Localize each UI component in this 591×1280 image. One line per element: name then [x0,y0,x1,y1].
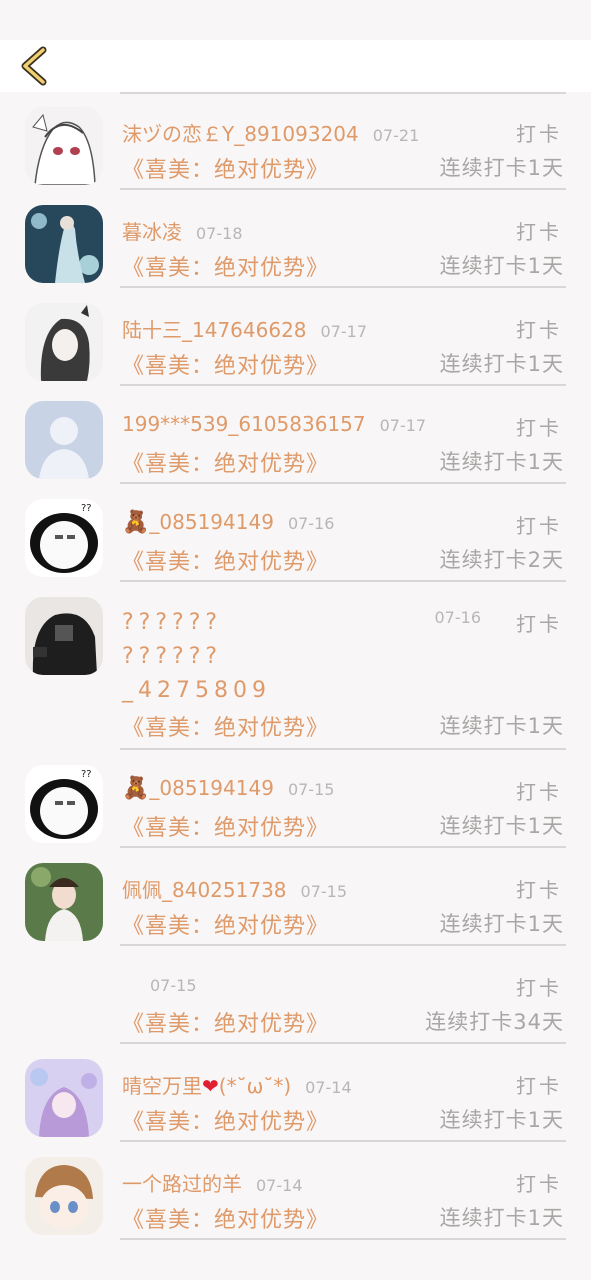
book-title[interactable]: 《喜美：绝对优势》 [122,152,329,184]
book-title[interactable]: 《喜美：绝对优势》 [122,908,329,940]
user-name-suffix: (*˘ω˘*) [218,1074,292,1098]
checkin-label: 打卡 [516,514,562,538]
user-name-line: 一个路过的羊 07-14 [122,1168,501,1197]
user-name-line: 陆十三_147646628 07-17 [122,314,501,343]
list-item[interactable]: ?????? ?????? _4275809 07-16 打卡 《喜美：绝对优势… [0,582,591,750]
book-title[interactable]: 《喜美：绝对优势》 [122,544,329,576]
streak-text: 连续打卡1天 [439,450,564,474]
streak-text: 连续打卡1天 [439,1206,564,1230]
user-name[interactable]: _085194149 [149,776,274,800]
user-name-block[interactable]: ?????? ?????? _4275809 [122,606,271,708]
checkin-date: 07-21 [372,126,420,145]
list-item[interactable]: ?? 🧸_085194149 07-15 打卡 《喜美：绝对优势》 连续打卡1天 [0,750,591,848]
checkin-list: 沫ヅの恋￡Y_891093204 07-21 打卡 《喜美：绝对优势》 连续打卡1… [0,92,591,1280]
user-name[interactable]: _085194149 [149,510,274,534]
checkin-date: 07-17 [320,322,368,341]
avatar[interactable] [25,597,103,675]
list-item[interactable]: 沫ヅの恋￡Y_891093204 07-21 打卡 《喜美：绝对优势》 连续打卡1… [0,92,591,190]
svg-text:??: ?? [81,503,92,514]
avatar[interactable]: ?? [25,499,103,577]
checkin-date: 07-14 [256,1176,303,1195]
user-name-line: _4275809 [122,678,271,703]
checkin-label: 打卡 [516,612,562,636]
status-bar [0,0,591,40]
book-title[interactable]: 《喜美：绝对优势》 [122,250,329,282]
user-name-line: 暮冰凌 07-18 [122,216,501,245]
top-bar [0,40,591,92]
book-title[interactable]: 《喜美：绝对优势》 [122,710,329,742]
avatar[interactable] [25,1059,103,1137]
streak-text: 连续打卡1天 [439,254,564,278]
list-item[interactable]: 一个路过的羊 07-14 打卡 《喜美：绝对优势》 连续打卡1天 [0,1142,591,1240]
checkin-date: 07-14 [305,1078,352,1097]
checkin-label: 打卡 [516,416,562,440]
checkin-date: 07-15 [150,976,197,995]
back-button[interactable] [14,44,54,88]
user-name-line: 晴空万里❤(*˘ω˘*) 07-14 [122,1070,501,1099]
book-title[interactable]: 《喜美：绝对优势》 [122,1104,329,1136]
heart-icon: ❤ [202,1074,219,1098]
book-title[interactable]: 《喜美：绝对优势》 [122,348,329,380]
svg-text:??: ?? [81,769,92,780]
checkin-label: 打卡 [516,1172,562,1196]
checkin-label: 打卡 [516,220,562,244]
user-name[interactable]: 一个路过的羊 [122,1172,242,1196]
user-name-line: 🧸_085194149 07-15 [122,776,501,801]
chevron-left-icon [21,46,47,86]
user-name-line: 07-15 [136,972,501,996]
user-name[interactable]: 晴空万里 [122,1074,202,1098]
avatar[interactable]: ?? [25,765,103,843]
avatar[interactable] [25,863,103,941]
user-name[interactable]: 199***539_6105836157 [122,412,366,436]
checkin-date: 07-18 [196,224,243,243]
bear-emoji-icon: 🧸 [122,776,150,801]
user-name-line: ?????? [122,610,223,635]
book-title[interactable]: 《喜美：绝对优势》 [122,446,329,478]
list-item[interactable]: 07-15 打卡 《喜美：绝对优势》 连续打卡34天 [0,946,591,1044]
avatar[interactable] [25,1157,103,1235]
checkin-date: 07-16 [434,608,482,627]
list-item[interactable]: 佩佩_840251738 07-15 打卡 《喜美：绝对优势》 连续打卡1天 [0,848,591,946]
checkin-label: 打卡 [516,878,562,902]
user-name[interactable]: 暮冰凌 [122,220,182,244]
list-item[interactable]: 199***539_6105836157 07-17 打卡 《喜美：绝对优势》 连… [0,386,591,484]
book-title[interactable]: 《喜美：绝对优势》 [122,810,329,842]
avatar[interactable] [25,107,103,185]
checkin-label: 打卡 [516,1074,562,1098]
user-name-line: ?????? [122,644,223,669]
streak-text: 连续打卡1天 [439,714,564,738]
list-item[interactable]: 晴空万里❤(*˘ω˘*) 07-14 打卡 《喜美：绝对优势》 连续打卡1天 [0,1044,591,1142]
user-name-line: 199***539_6105836157 07-17 [122,412,501,436]
checkin-label: 打卡 [516,318,562,342]
checkin-date: 07-15 [287,780,335,799]
list-item[interactable]: ?? 🧸_085194149 07-16 打卡 《喜美：绝对优势》 连续打卡2天 [0,484,591,582]
avatar[interactable] [25,401,103,479]
checkin-label: 打卡 [516,122,562,146]
user-name-line: 沫ヅの恋￡Y_891093204 07-21 [122,118,501,147]
book-title[interactable]: 《喜美：绝对优势》 [122,1006,329,1038]
user-name-line: 🧸_085194149 07-16 [122,510,501,535]
user-name-line: 佩佩_840251738 07-15 [122,874,501,903]
checkin-date: 07-17 [379,416,427,435]
streak-text: 连续打卡1天 [439,814,564,838]
book-title[interactable]: 《喜美：绝对优势》 [122,1202,329,1234]
streak-text: 连续打卡1天 [439,352,564,376]
streak-text: 连续打卡2天 [439,548,564,572]
streak-text: 连续打卡1天 [439,912,564,936]
checkin-label: 打卡 [516,780,562,804]
user-name[interactable]: 陆十三_147646628 [122,318,307,342]
checkin-date: 07-16 [287,514,335,533]
checkin-date: 07-15 [300,882,348,901]
streak-text: 连续打卡1天 [439,1108,564,1132]
avatar[interactable] [25,303,103,381]
user-name[interactable]: 沫ヅの恋￡Y_891093204 [122,122,359,146]
list-item[interactable]: 暮冰凌 07-18 打卡 《喜美：绝对优势》 连续打卡1天 [0,190,591,288]
user-name[interactable]: 佩佩_840251738 [122,878,287,902]
streak-text: 连续打卡34天 [425,1010,564,1034]
checkin-label: 打卡 [516,976,562,1000]
avatar[interactable] [25,205,103,283]
streak-text: 连续打卡1天 [439,156,564,180]
bear-emoji-icon: 🧸 [122,510,150,535]
list-item[interactable]: 陆十三_147646628 07-17 打卡 《喜美：绝对优势》 连续打卡1天 [0,288,591,386]
